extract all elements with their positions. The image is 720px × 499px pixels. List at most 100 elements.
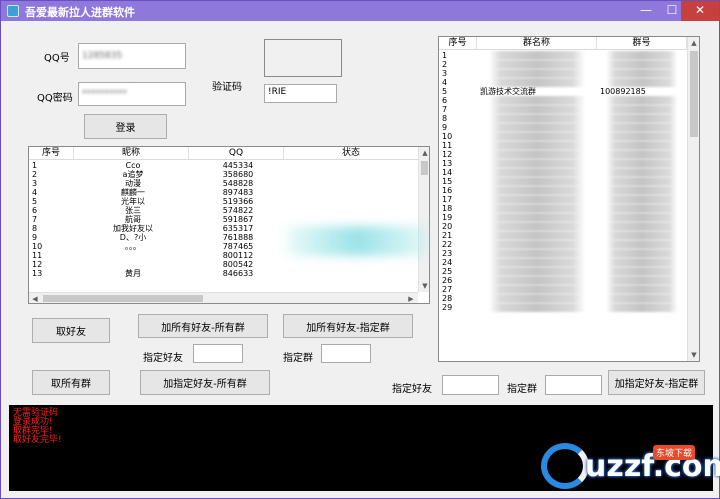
- groups-header-name[interactable]: 群名称: [477, 37, 597, 49]
- group-name: [477, 105, 597, 114]
- group-row[interactable]: 6: [439, 96, 687, 105]
- group-row[interactable]: 14: [439, 168, 687, 177]
- scroll-up-icon[interactable]: ▲: [688, 37, 699, 49]
- friend-row[interactable]: 6 张三 574822: [29, 206, 419, 215]
- group-name: [477, 186, 597, 195]
- groups-vscrollbar[interactable]: ▲ ▼: [687, 37, 699, 361]
- group-number: [597, 96, 687, 105]
- friend-row[interactable]: 5 光年以 519366: [29, 197, 419, 206]
- add-specific-friend-specific-group-button[interactable]: 加指定好友-指定群: [608, 370, 705, 395]
- group-name: [477, 60, 597, 69]
- groups-header-index[interactable]: 序号: [439, 37, 477, 49]
- group-index: 26: [442, 276, 453, 285]
- friends-header-status[interactable]: 状态: [284, 147, 419, 159]
- group-row[interactable]: 17: [439, 195, 687, 204]
- specified-group-input[interactable]: [321, 344, 371, 363]
- minimize-icon[interactable]: —: [633, 1, 659, 21]
- friend-status: [284, 161, 419, 170]
- group-row[interactable]: 7: [439, 105, 687, 114]
- add-all-friends-all-groups-button[interactable]: 加所有好友-所有群: [138, 314, 268, 338]
- group-row[interactable]: 13: [439, 159, 687, 168]
- group-row[interactable]: 3: [439, 69, 687, 78]
- scroll-right-icon[interactable]: ▶: [405, 293, 417, 303]
- friends-header-nickname[interactable]: 昵称: [74, 147, 189, 159]
- group-number: [597, 249, 687, 258]
- scroll-down-icon[interactable]: ▼: [688, 349, 699, 361]
- title-bar[interactable]: 吾爱最新拉人进群软件 — ☐ ✕: [1, 1, 719, 21]
- group-row[interactable]: 29: [439, 303, 687, 312]
- group-row[interactable]: 20: [439, 222, 687, 231]
- group-row[interactable]: 2: [439, 60, 687, 69]
- get-friends-button[interactable]: 取好友: [32, 318, 110, 343]
- group-row[interactable]: 24: [439, 258, 687, 267]
- friend-row[interactable]: 2 a追梦 358680: [29, 170, 419, 179]
- group-name: [477, 78, 597, 87]
- friend-row[interactable]: 13 黄月 846633: [29, 269, 419, 278]
- friend-status: [284, 269, 419, 278]
- friend-row[interactable]: 3 动漫 548828: [29, 179, 419, 188]
- group-number: [597, 69, 687, 78]
- password-input[interactable]: **********: [78, 82, 186, 106]
- friend-index: 2: [32, 170, 38, 179]
- friends-header-qq[interactable]: QQ: [189, 147, 284, 159]
- group-index: 15: [442, 177, 453, 186]
- group-index: 19: [442, 213, 453, 222]
- friends-header-index[interactable]: 序号: [29, 147, 74, 159]
- group-row[interactable]: 18: [439, 204, 687, 213]
- friends-hscrollbar[interactable]: ◀ ▶: [29, 292, 418, 303]
- specified-friend-input-2[interactable]: [442, 375, 499, 395]
- group-row[interactable]: 10: [439, 132, 687, 141]
- add-all-friends-specific-group-button[interactable]: 加所有好友-指定群: [283, 314, 413, 338]
- login-button[interactable]: 登录: [84, 114, 167, 139]
- group-row[interactable]: 8: [439, 114, 687, 123]
- group-row[interactable]: 27: [439, 285, 687, 294]
- specified-group-input-2[interactable]: [545, 375, 602, 395]
- groups-list[interactable]: 序号 群名称 群号 1 2 3 4 5 凯游技术交流群 100892185 6 7 8 9 10 11 1…: [438, 36, 700, 362]
- group-row[interactable]: 22: [439, 240, 687, 249]
- group-row[interactable]: 5 凯游技术交流群 100892185: [439, 87, 687, 96]
- group-index: 5: [442, 87, 448, 96]
- friend-row[interactable]: 4 麒麟一 897483: [29, 188, 419, 197]
- group-row[interactable]: 28: [439, 294, 687, 303]
- friends-list[interactable]: 序号 昵称 QQ 状态 1 Cco 445334 2 a追梦 358680 3 动漫 54882…: [28, 146, 430, 304]
- group-row[interactable]: 1: [439, 51, 687, 60]
- group-row[interactable]: 11: [439, 141, 687, 150]
- friend-nickname: 航哥: [125, 215, 141, 224]
- friend-status: [284, 260, 419, 269]
- scroll-up-icon[interactable]: ▲: [419, 147, 429, 159]
- friends-vscroll-thumb[interactable]: [421, 161, 428, 175]
- group-row[interactable]: 9: [439, 123, 687, 132]
- group-index: 20: [442, 222, 453, 231]
- add-specific-friend-all-groups-button[interactable]: 加指定好友-所有群: [140, 370, 270, 395]
- scroll-left-icon[interactable]: ◀: [29, 293, 41, 303]
- group-row[interactable]: 25: [439, 267, 687, 276]
- friend-row[interactable]: 7 航哥 591867: [29, 215, 419, 224]
- friend-row[interactable]: 12 800542: [29, 260, 419, 269]
- groups-header-number[interactable]: 群号: [597, 37, 687, 49]
- friends-hscroll-thumb[interactable]: [43, 295, 203, 302]
- friend-status: [284, 179, 419, 188]
- close-icon[interactable]: ✕: [681, 1, 719, 21]
- group-row[interactable]: 21: [439, 231, 687, 240]
- group-row[interactable]: 19: [439, 213, 687, 222]
- group-name: [477, 150, 597, 159]
- group-row[interactable]: 4: [439, 78, 687, 87]
- friend-row[interactable]: 1 Cco 445334: [29, 161, 419, 170]
- qq-input[interactable]: 1285835: [78, 43, 186, 69]
- password-label: QQ密码: [37, 93, 73, 104]
- scroll-down-icon[interactable]: ▼: [419, 280, 429, 292]
- group-row[interactable]: 26: [439, 276, 687, 285]
- captcha-image[interactable]: [264, 39, 342, 77]
- group-row[interactable]: 16: [439, 186, 687, 195]
- groups-vscroll-thumb[interactable]: [690, 51, 698, 137]
- group-index: 9: [442, 123, 448, 132]
- group-row[interactable]: 15: [439, 177, 687, 186]
- get-all-groups-button[interactable]: 取所有群: [32, 370, 110, 395]
- group-number: [597, 285, 687, 294]
- group-row[interactable]: 23: [439, 249, 687, 258]
- specified-friend-input[interactable]: [193, 344, 243, 363]
- friends-vscrollbar[interactable]: ▲ ▼: [418, 147, 429, 292]
- group-row[interactable]: 12: [439, 150, 687, 159]
- captcha-input[interactable]: !RIE: [264, 84, 337, 103]
- friend-qq: 358680: [222, 170, 254, 179]
